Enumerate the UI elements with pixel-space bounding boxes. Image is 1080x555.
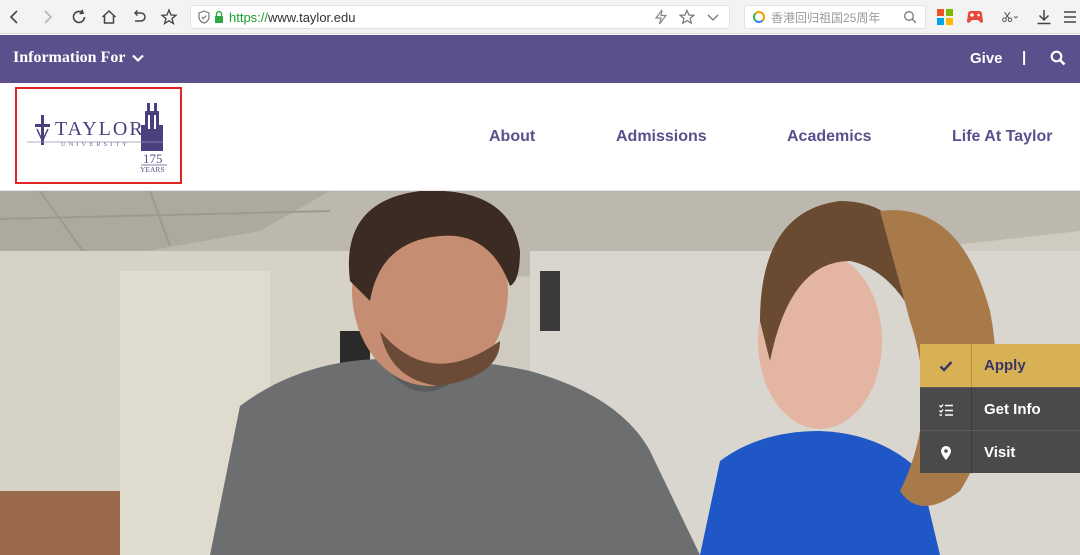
nav-academics[interactable]: Academics — [787, 128, 872, 146]
logo-sub: UNIVERSITY — [61, 141, 130, 148]
game-icon[interactable] — [965, 7, 985, 27]
home-icon[interactable] — [98, 6, 120, 28]
taylor-logo[interactable]: TAYLOR UNIVERSITY 175 YEARS — [15, 87, 182, 184]
search-engine-logo-icon — [753, 11, 765, 23]
nav-about[interactable]: About — [489, 128, 535, 146]
lightning-icon[interactable] — [653, 9, 669, 25]
chevron-down-icon — [132, 54, 145, 63]
logo-years-number: 175 — [143, 151, 163, 166]
site-search-icon[interactable] — [1050, 50, 1066, 66]
bookmark-star-icon[interactable] — [158, 6, 180, 28]
favorite-icon[interactable] — [679, 9, 695, 25]
check-icon — [920, 344, 972, 387]
shield-icon — [198, 10, 210, 24]
forward-icon[interactable] — [36, 6, 58, 28]
separator: | — [1022, 49, 1027, 66]
get-info-label: Get Info — [984, 400, 1041, 418]
information-for-label: Information For — [13, 49, 126, 66]
cross-icon — [35, 115, 50, 145]
logo-years-word: YEARS — [140, 165, 165, 174]
search-icon[interactable] — [903, 10, 917, 24]
give-link[interactable]: Give — [970, 50, 1003, 67]
utility-bar: Information For Give | — [0, 35, 1080, 83]
address-bar[interactable]: https://www.taylor.edu — [190, 5, 730, 29]
scissors-icon[interactable] — [997, 7, 1023, 27]
nav-life-at-taylor[interactable]: Life At Taylor — [952, 128, 1052, 146]
menu-icon[interactable] — [1060, 7, 1080, 27]
hero-image — [0, 191, 1080, 555]
lock-icon — [215, 10, 223, 23]
search-hint: 香港回归祖国25周年 — [771, 10, 881, 25]
site-header: TAYLOR UNIVERSITY 175 YEARS About Admiss… — [0, 83, 1080, 191]
logo-name: TAYLOR — [55, 118, 145, 140]
url-text: https://www.taylor.edu — [229, 9, 356, 25]
visit-label: Visit — [984, 443, 1016, 461]
undo-icon[interactable] — [128, 6, 150, 28]
apply-button[interactable]: Apply — [920, 344, 1080, 387]
get-info-button[interactable]: Get Info — [920, 387, 1080, 431]
dropdown-icon[interactable] — [705, 9, 721, 25]
apps-icon[interactable] — [935, 7, 955, 27]
visit-button[interactable]: Visit — [920, 430, 1080, 474]
checklist-icon — [920, 388, 972, 431]
nav-admissions[interactable]: Admissions — [616, 128, 707, 146]
download-icon[interactable] — [1034, 7, 1054, 27]
map-pin-icon — [920, 431, 972, 474]
browser-search-box[interactable]: 香港回归祖国25周年 — [744, 5, 926, 29]
reload-icon[interactable] — [68, 6, 90, 28]
back-icon[interactable] — [4, 6, 26, 28]
apply-label: Apply — [984, 357, 1026, 374]
browser-toolbar: https://www.taylor.edu 香港回归祖国25周年 — [0, 0, 1080, 34]
information-for-dropdown[interactable]: Information For — [13, 49, 145, 67]
